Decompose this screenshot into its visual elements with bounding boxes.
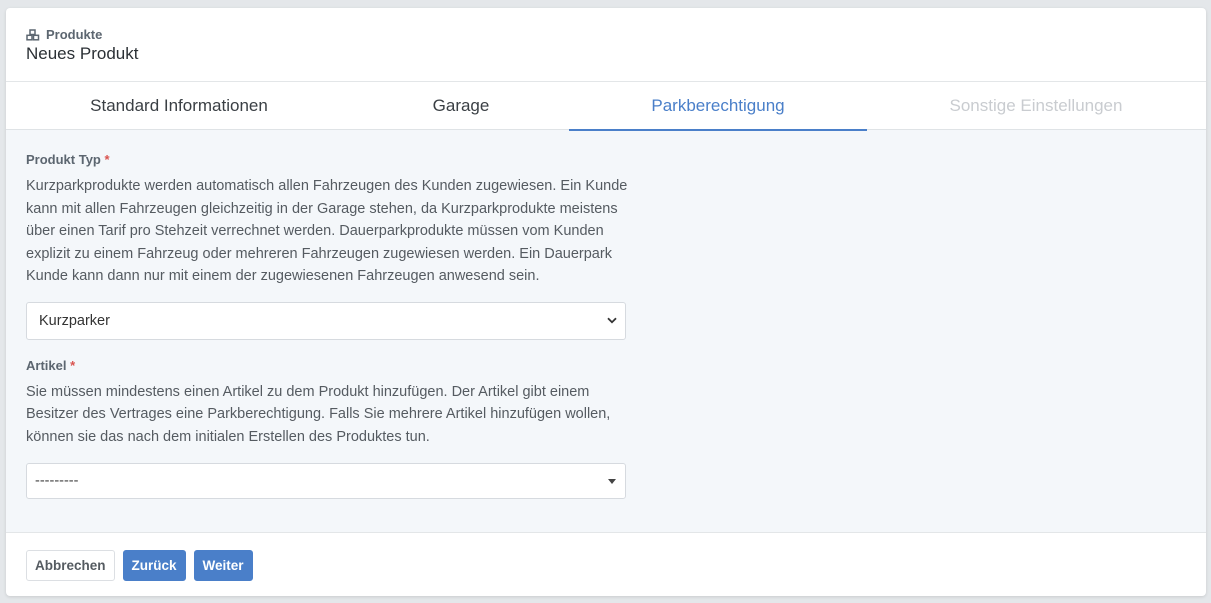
- page-header: Produkte Neues Produkt: [6, 8, 1206, 82]
- product-type-help: Kurzparkprodukte werden automatisch alle…: [26, 178, 628, 284]
- article-help: Sie müssen mindestens einen Artikel zu d…: [26, 383, 611, 445]
- next-button[interactable]: Weiter: [193, 550, 253, 581]
- article-value: ---------: [35, 473, 79, 489]
- tab-sonstige-einstellungen: Sonstige Einstellungen: [949, 96, 1123, 115]
- caret-down-icon: [608, 479, 616, 484]
- product-type-label-text: Produkt Typ: [26, 152, 101, 167]
- cancel-button[interactable]: Abbrechen: [26, 550, 115, 581]
- wizard-tabs: Standard Informationen Garage Parkberech…: [6, 82, 1206, 131]
- tab-garage[interactable]: Garage: [316, 82, 606, 130]
- article-label-text: Artikel: [26, 357, 67, 373]
- product-type-label: Produkt Typ *: [26, 152, 1186, 170]
- back-button[interactable]: Zurück: [122, 550, 186, 581]
- page-title: Neues Produkt: [26, 44, 139, 63]
- chevron-down-icon: [607, 303, 617, 339]
- product-wizard-card: Produkte Neues Produkt Standard Informat…: [6, 8, 1206, 596]
- breadcrumb[interactable]: Produkte: [26, 26, 1186, 43]
- required-mark: *: [70, 357, 76, 373]
- tab-standard-informationen[interactable]: Standard Informationen: [6, 82, 352, 130]
- product-type-value: Kurzparker: [39, 312, 110, 329]
- cubes-icon: [26, 28, 40, 41]
- form-body: Produkt Typ * Kurzparkprodukte werden au…: [6, 130, 1206, 533]
- required-mark: *: [104, 152, 110, 167]
- breadcrumb-label[interactable]: Produkte: [46, 27, 102, 42]
- article-label: Artikel *: [26, 358, 1186, 376]
- tab-parkberechtigung[interactable]: Parkberechtigung: [569, 82, 867, 131]
- form-footer: Abbrechen Zurück Weiter: [6, 533, 1206, 595]
- product-type-select[interactable]: Kurzparker: [26, 301, 626, 340]
- article-select[interactable]: ---------: [26, 463, 626, 499]
